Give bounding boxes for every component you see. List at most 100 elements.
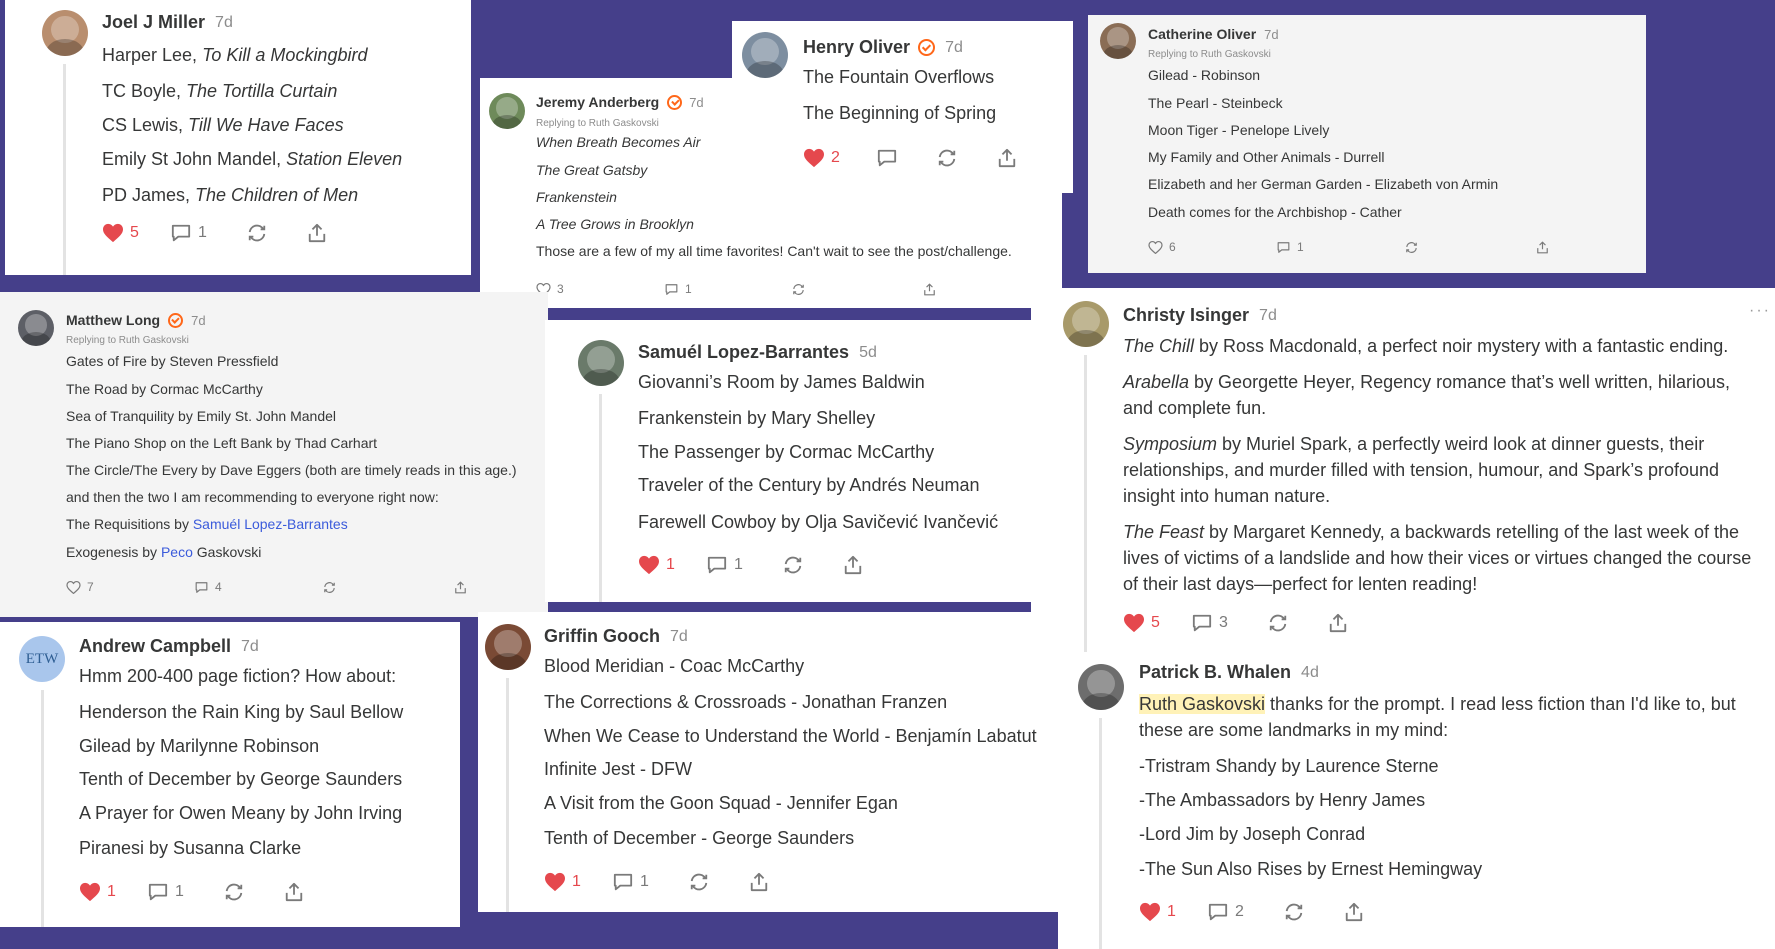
like-button[interactable]: 7 [66,580,194,594]
share-button[interactable] [748,872,770,892]
share-button[interactable] [306,223,328,243]
verified-check-icon [667,94,683,110]
avatar[interactable] [1100,23,1136,59]
list-item: Piranesi by Susanna Clarke [79,838,302,858]
restack-button[interactable] [1267,613,1327,633]
list-item: Arabella by Georgette Heyer, Regency rom… [1123,372,1730,418]
avatar[interactable]: ETW [19,636,65,682]
reply-button[interactable]: 1 [706,555,782,575]
avatar[interactable] [489,93,525,129]
share-button[interactable] [1535,241,1550,254]
like-button[interactable]: 1 [638,555,706,575]
like-button[interactable]: 5 [1123,613,1191,633]
share-button[interactable] [922,283,937,296]
mention-link[interactable]: Ruth Gaskovski [1139,694,1266,714]
avatar[interactable] [578,340,624,386]
restack-button[interactable] [782,555,842,575]
list-item: Tenth of December - George Saunders [544,828,855,848]
restack-button[interactable] [1404,241,1535,254]
like-count: 6 [1169,240,1176,254]
restack-button[interactable] [223,882,283,902]
like-button[interactable]: 1 [79,882,147,902]
author-name[interactable]: Catherine Oliver [1148,26,1256,42]
timestamp[interactable]: 5d [859,344,877,362]
replying-to[interactable]: Replying to Ruth Gaskovski [1148,49,1271,60]
thread-line [41,690,44,927]
share-button[interactable] [1327,613,1349,633]
reply-button[interactable]: 1 [612,872,688,892]
comment-body: Gilead - Robinson The Pearl - Steinbeck … [1148,66,1498,221]
author-name[interactable]: Patrick B. Whalen [1139,662,1291,683]
timestamp[interactable]: 4d [1301,664,1319,682]
like-button[interactable]: 1 [1139,902,1207,922]
timestamp[interactable]: 7d [215,14,233,32]
list-item: Death comes for the Archbishop - Cather [1148,204,1402,220]
comment-body: The Chill by Ross Macdonald, a perfect n… [1123,333,1763,597]
reply-count: 1 [640,873,649,890]
like-count: 5 [130,224,139,241]
replying-to[interactable]: Replying to Ruth Gaskovski [66,335,189,346]
share-button[interactable] [453,581,468,594]
like-button[interactable]: 1 [544,872,612,892]
share-button[interactable] [1343,902,1365,922]
list-item: Hmm 200-400 page fiction? How about: [79,666,397,686]
author-name[interactable]: Jeremy Anderberg [536,94,659,110]
author-name[interactable]: Samuél Lopez-Barrantes [638,342,849,363]
list-item: Sea of Tranquility by Emily St. John Man… [66,408,337,424]
list-item: The Road by Cormac McCarthy [66,381,263,397]
restack-button[interactable] [322,581,453,594]
reply-button[interactable] [876,148,936,168]
thread-line [506,678,509,912]
timestamp[interactable]: 7d [945,39,963,57]
avatar[interactable] [1063,301,1109,347]
reply-button[interactable]: 2 [1207,902,1283,922]
timestamp[interactable]: 7d [191,313,205,328]
restack-button[interactable] [936,148,996,168]
share-button[interactable] [283,882,305,902]
reply-button[interactable]: 1 [147,882,223,902]
restack-button[interactable] [688,872,748,892]
avatar[interactable] [42,10,88,56]
list-item: When We Cease to Understand the World - … [544,726,1037,746]
mention-link[interactable]: Samuél Lopez-Barrantes [193,516,348,532]
like-button[interactable]: 5 [102,223,170,243]
replying-to[interactable]: Replying to Ruth Gaskovski [536,118,659,129]
avatar[interactable] [742,32,788,78]
list-item: Tenth of December by George Saunders [79,769,403,789]
like-button[interactable]: 6 [1148,240,1276,254]
author-name[interactable]: Joel J Miller [102,12,205,33]
timestamp[interactable]: 7d [1259,307,1277,325]
timestamp[interactable]: 7d [1264,27,1278,42]
list-item: The Feast by Margaret Kennedy, a backwar… [1123,522,1752,594]
timestamp[interactable]: 7d [689,95,703,110]
avatar[interactable] [485,624,531,670]
avatar[interactable] [1078,664,1124,710]
heart-filled-icon [803,148,825,168]
reply-button[interactable]: 1 [664,282,791,296]
timestamp[interactable]: 7d [241,638,259,656]
reply-button[interactable]: 1 [1276,240,1404,254]
restack-button[interactable] [246,223,306,243]
like-button[interactable]: 2 [803,148,876,168]
author-name[interactable]: Henry Oliver [803,37,910,58]
reply-button[interactable]: 3 [1191,613,1267,633]
reply-button[interactable]: 1 [170,223,246,243]
author-name[interactable]: Matthew Long [66,312,160,328]
like-count: 5 [1151,614,1160,631]
list-item: Gilead - Robinson [1148,67,1261,83]
like-count: 1 [572,873,581,890]
author-name[interactable]: Griffin Gooch [544,626,660,647]
reply-button[interactable]: 4 [194,580,322,594]
avatar[interactable] [18,310,54,346]
timestamp[interactable]: 7d [670,628,688,646]
author-name[interactable]: Christy Isinger [1123,305,1249,326]
more-options-icon[interactable]: ··· [1749,302,1771,320]
share-button[interactable] [842,555,864,575]
list-item: Exogenesis by Peco Gaskovski [66,544,262,560]
restack-button[interactable] [791,283,922,296]
restack-button[interactable] [1283,902,1343,922]
author-name[interactable]: Andrew Campbell [79,636,231,657]
mention-link[interactable]: Peco [161,544,193,560]
share-button[interactable] [996,148,1018,168]
like-button[interactable]: 3 [536,282,664,296]
